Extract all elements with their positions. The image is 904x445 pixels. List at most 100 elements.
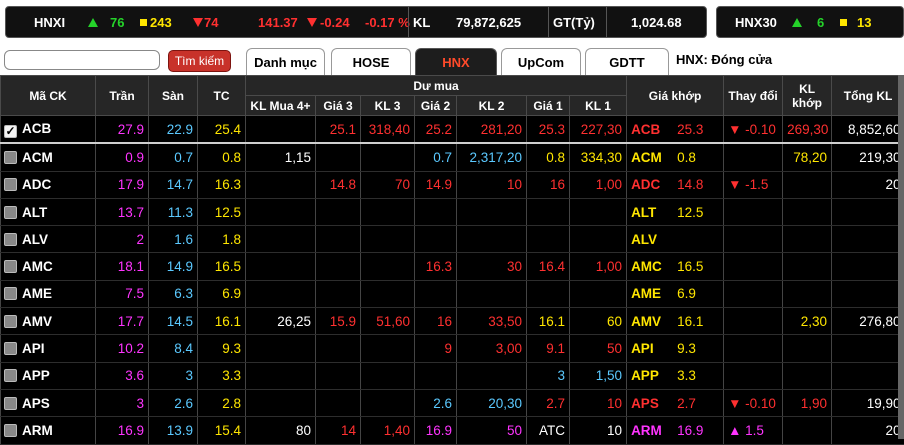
stock-row[interactable]: ALV21.61.8ALV xyxy=(1,226,904,253)
stock-row[interactable]: ALT13.711.312.5ALT12.5 xyxy=(1,198,904,225)
col-header-match-price[interactable]: Giá khớp xyxy=(627,76,724,116)
stock-code-cell[interactable]: ALV xyxy=(1,226,96,253)
tab-hnx[interactable]: HNX xyxy=(415,48,497,75)
floor-price: 3 xyxy=(149,362,198,389)
col-header-bid-vol-3[interactable]: KL 3 xyxy=(361,96,415,116)
bid-vol-2: 3,00 xyxy=(457,335,527,362)
unchanged-count: 13 xyxy=(857,15,871,30)
price-change xyxy=(724,253,783,280)
tab-danh-muc[interactable]: Danh mục xyxy=(246,48,325,75)
price-change xyxy=(724,308,783,335)
col-header-change[interactable]: Thay đổi xyxy=(724,76,783,116)
stock-code-cell[interactable]: AMC xyxy=(1,253,96,280)
price-change xyxy=(724,143,783,171)
watchlist-checkbox[interactable] xyxy=(4,151,17,164)
watchlist-checkbox[interactable] xyxy=(4,342,17,355)
watchlist-checkbox[interactable] xyxy=(4,178,17,191)
ceiling-price: 7.5 xyxy=(96,280,149,307)
value-label: GT(Tỷ) xyxy=(553,15,595,30)
col-group-bid: Dư mua xyxy=(246,76,627,96)
col-header-reference[interactable]: TC xyxy=(198,76,246,116)
stock-row[interactable]: APP3.633.331,50APP3.3 xyxy=(1,362,904,389)
col-header-kl-mua4[interactable]: KL Mua 4+ xyxy=(246,96,316,116)
watchlist-checkbox[interactable] xyxy=(4,260,17,273)
stock-code-cell[interactable]: APS xyxy=(1,389,96,416)
stock-code-cell[interactable]: ACB xyxy=(1,116,96,144)
col-header-match-volume[interactable]: KL khớp xyxy=(783,76,832,116)
stock-code-cell[interactable]: AME xyxy=(1,280,96,307)
stock-code-cell[interactable]: ACM xyxy=(1,143,96,171)
tab-hose[interactable]: HOSE xyxy=(331,48,411,75)
stock-code-cell[interactable]: API xyxy=(1,335,96,362)
bid-price-3 xyxy=(316,389,361,416)
col-header-bid-price-1[interactable]: Giá 1 xyxy=(527,96,570,116)
stock-row[interactable]: ARM16.913.915.480141,4016.950ATC10ARM16.… xyxy=(1,417,904,444)
bid-vol-4plus xyxy=(246,362,316,389)
unchanged-count: 243 xyxy=(150,15,172,30)
bid-price-2 xyxy=(415,198,457,225)
bid-vol-1: 334,30 xyxy=(570,143,627,171)
stock-code-cell[interactable]: ARM xyxy=(1,417,96,444)
match-code: APS xyxy=(631,396,677,411)
price-change: ▲ 1.5 xyxy=(724,417,783,444)
stock-code-cell[interactable]: APP xyxy=(1,362,96,389)
watchlist-checkbox[interactable] xyxy=(4,233,17,246)
watchlist-checkbox[interactable] xyxy=(4,397,17,410)
bid-vol-2 xyxy=(457,226,527,253)
col-header-total-volume[interactable]: Tổng KL xyxy=(832,76,904,116)
match-code: ALT xyxy=(631,205,677,220)
stock-code-cell[interactable]: AMV xyxy=(1,308,96,335)
stock-row[interactable]: ACM0.90.70.81,150.72,317,200.8334,30ACM0… xyxy=(1,143,904,171)
stock-row[interactable]: AME7.56.36.9AME6.9 xyxy=(1,280,904,307)
hnx-index-box[interactable]: HNXI 76 243 74 141.37 -0.24 -0.17 % KL 7… xyxy=(5,6,707,38)
tab-upcom[interactable]: UpCom xyxy=(501,48,581,75)
bid-price-3 xyxy=(316,226,361,253)
match-cell: ADC14.8 xyxy=(627,171,724,198)
price-board: Mã CK Trần Sàn TC Dư mua Giá khớp Thay đ… xyxy=(0,75,904,445)
match-price: 16.1 xyxy=(677,314,703,329)
bid-vol-1: 1,00 xyxy=(570,253,627,280)
stock-code-cell[interactable]: ALT xyxy=(1,198,96,225)
bid-vol-4plus xyxy=(246,226,316,253)
stock-row[interactable]: ADC17.914.716.314.87014.910161,00ADC14.8… xyxy=(1,171,904,198)
watchlist-checkbox[interactable] xyxy=(4,206,17,219)
watchlist-checkbox[interactable] xyxy=(4,287,17,300)
floor-price: 1.6 xyxy=(149,226,198,253)
stock-row[interactable]: API10.28.49.393,009.150API9.3 xyxy=(1,335,904,362)
match-volume xyxy=(783,171,832,198)
search-input[interactable] xyxy=(4,50,160,70)
col-header-ceiling[interactable]: Trần xyxy=(96,76,149,116)
match-volume xyxy=(783,362,832,389)
watchlist-checkbox[interactable] xyxy=(4,369,17,382)
col-header-bid-vol-1[interactable]: KL 1 xyxy=(570,96,627,116)
stock-row[interactable]: AMC18.114.916.516.33016.41,00AMC16.5 xyxy=(1,253,904,280)
col-header-bid-price-2[interactable]: Giá 2 xyxy=(415,96,457,116)
match-code: AME xyxy=(631,286,677,301)
tab-gdtt[interactable]: GDTT xyxy=(585,48,669,75)
stock-row[interactable]: AMV17.714.516.126,2515.951,601633,5016.1… xyxy=(1,308,904,335)
scrollbar[interactable] xyxy=(898,75,904,439)
stock-row[interactable]: APS32.62.82.620,302.710APS2.7▼ -0.101,90… xyxy=(1,389,904,416)
stock-code: ALT xyxy=(22,205,47,220)
col-header-bid-price-3[interactable]: Giá 3 xyxy=(316,96,361,116)
watchlist-checkbox[interactable] xyxy=(4,125,17,138)
match-code: API xyxy=(631,341,677,356)
match-price: 9.3 xyxy=(677,341,696,356)
price-change: ▼ -1.5 xyxy=(724,171,783,198)
bid-price-2: 25.2 xyxy=(415,116,457,144)
bid-vol-4plus: 26,25 xyxy=(246,308,316,335)
bid-price-3 xyxy=(316,362,361,389)
stock-code-cell[interactable]: ADC xyxy=(1,171,96,198)
col-header-floor[interactable]: Sàn xyxy=(149,76,198,116)
declines-count: 74 xyxy=(204,15,218,30)
search-button[interactable]: Tìm kiếm xyxy=(168,50,231,72)
hnx30-index-box[interactable]: HNX30 6 13 xyxy=(716,6,904,38)
bid-price-3: 15.9 xyxy=(316,308,361,335)
watchlist-checkbox[interactable] xyxy=(4,424,17,437)
col-header-code[interactable]: Mã CK xyxy=(1,76,96,116)
ceiling-price: 3 xyxy=(96,389,149,416)
col-header-bid-vol-2[interactable]: KL 2 xyxy=(457,96,527,116)
reference-price: 1.8 xyxy=(198,226,246,253)
watchlist-checkbox[interactable] xyxy=(4,315,17,328)
stock-row[interactable]: ACB27.922.925.425.1318,4025.2281,2025.32… xyxy=(1,116,904,144)
